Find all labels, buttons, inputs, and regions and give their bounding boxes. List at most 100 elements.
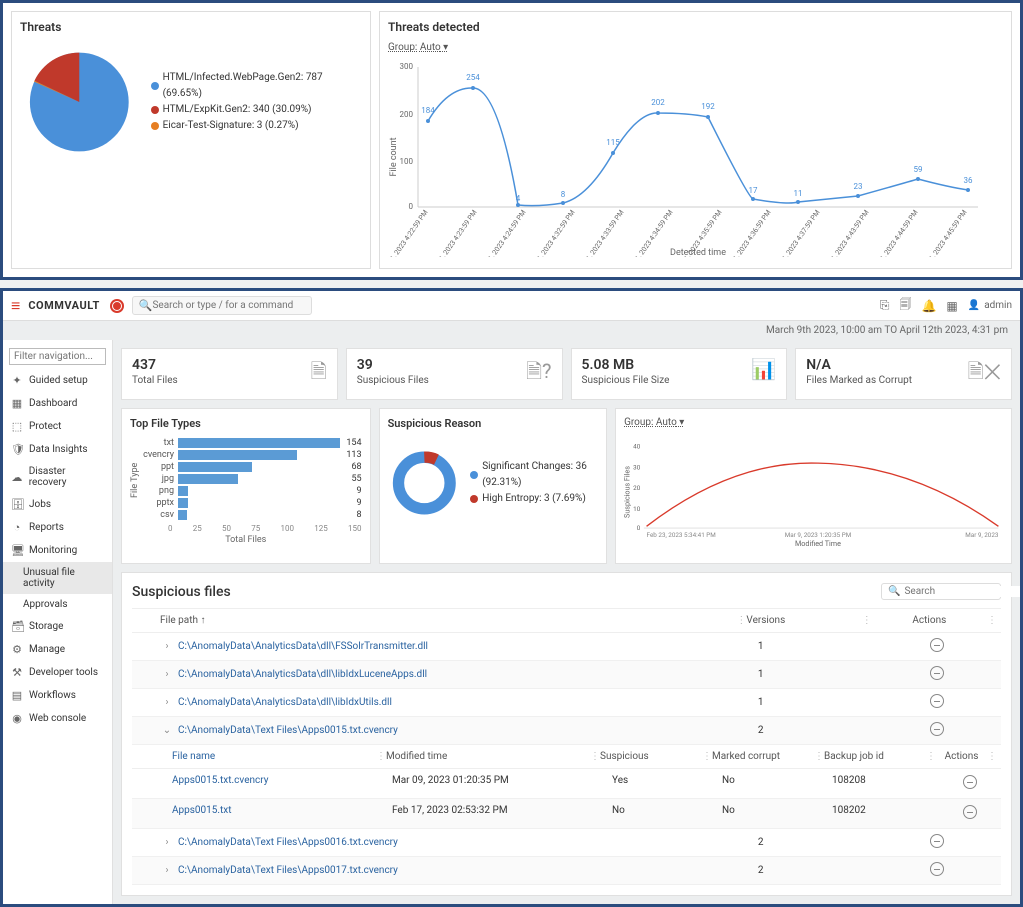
col-header-actions: Actions <box>872 615 987 626</box>
bar[interactable] <box>178 438 340 448</box>
file-path-link[interactable]: C:\AnomalyData\AnalyticsData\dll\FSSolrT… <box>178 641 428 652</box>
nav-item-disaster-recovery[interactable]: ☁Disaster recovery <box>3 461 112 493</box>
suspicious-reason-panel: Suspicious Reason Significant Changes: 3… <box>379 408 608 564</box>
table-row: ⌄ C:\AnomalyData\Text Files\Apps0015.txt.… <box>132 717 1001 745</box>
col-menu-icon[interactable]: ⋮ <box>736 615 746 626</box>
bar[interactable] <box>178 498 188 508</box>
stat-card: 39Suspicious Files🗎? <box>346 348 563 400</box>
action-button[interactable] <box>963 775 977 789</box>
nav-icon: ✦ <box>11 374 23 387</box>
action-button[interactable] <box>963 805 977 819</box>
nav-item-data-insights[interactable]: 🛡Data Insights <box>3 438 112 461</box>
svg-text:0: 0 <box>637 524 641 532</box>
top-file-types-panel: Top File Types File Type txt154cvencry11… <box>121 408 371 564</box>
bar[interactable] <box>178 486 188 496</box>
nav-item-web-console[interactable]: ◉Web console <box>3 707 112 730</box>
nav-item-monitoring[interactable]: 🖥Monitoring <box>3 539 112 562</box>
nav-item-manage[interactable]: ⚙Manage <box>3 638 112 661</box>
svg-text:11: 11 <box>794 189 803 198</box>
nav-item-dashboard[interactable]: ▦Dashboard <box>3 392 112 415</box>
bar[interactable] <box>178 510 187 520</box>
file-path-link[interactable]: C:\AnomalyData\AnalyticsData\dll\libIdxL… <box>178 669 427 680</box>
svg-text:May 11, 2023 4:37:59 PM: May 11, 2023 4:37:59 PM <box>770 209 822 257</box>
table-sub-row: Apps0015.txt.cvencryMar 09, 2023 01:20:3… <box>132 769 1001 799</box>
stat-card: 437Total Files🗎 <box>121 348 338 400</box>
grid-icon[interactable]: ▦ <box>946 299 957 313</box>
svg-text:May 11, 2023 4:23:59 PM: May 11, 2023 4:23:59 PM <box>427 209 479 257</box>
nav-item-developer-tools[interactable]: ⚒Developer tools <box>3 661 112 684</box>
svg-text:Modified Time: Modified Time <box>795 539 841 548</box>
expand-icon[interactable]: › <box>160 641 174 652</box>
user-icon: 👤 <box>968 300 980 311</box>
bar[interactable] <box>178 450 297 460</box>
hamburger-icon[interactable]: ≡ <box>11 296 20 316</box>
svg-text:May 11, 2023 4:36:59 PM: May 11, 2023 4:36:59 PM <box>721 209 773 257</box>
file-path-link[interactable]: C:\AnomalyData\Text Files\Apps0015.txt.c… <box>178 725 398 736</box>
sidebar: ✦Guided setup▦Dashboard⬚Protect🛡Data Ins… <box>3 340 113 904</box>
svg-text:Suspicious Files: Suspicious Files <box>624 466 631 518</box>
topbar: ≡ COMMVAULT 🔍 ⎘ 🗐 🔔 ▦ 👤admin <box>3 291 1020 321</box>
file-path-link[interactable]: C:\AnomalyData\AnalyticsData\dll\libIdxU… <box>178 697 392 708</box>
svg-text:115: 115 <box>606 138 620 147</box>
expand-icon[interactable]: › <box>160 865 174 876</box>
expand-icon[interactable]: › <box>160 837 174 848</box>
nav-icon: 🗃 <box>11 620 23 633</box>
expand-icon[interactable]: › <box>160 697 174 708</box>
file-path-link[interactable]: C:\AnomalyData\Text Files\Apps0017.txt.c… <box>178 865 398 876</box>
table-row: › C:\AnomalyData\Text Files\Apps0016.txt.… <box>132 829 1001 857</box>
user-menu[interactable]: 👤admin <box>968 300 1012 311</box>
expand-icon[interactable]: › <box>160 669 174 680</box>
nav-item-guided-setup[interactable]: ✦Guided setup <box>3 369 112 392</box>
svg-text:40: 40 <box>633 443 641 451</box>
svg-text:Mar 9, 2023: Mar 9, 2023 <box>965 531 999 539</box>
nav-item-workflows[interactable]: ▤Workflows <box>3 684 112 707</box>
action-button[interactable] <box>930 666 944 680</box>
file-path-link[interactable]: C:\AnomalyData\Text Files\Apps0016.txt.c… <box>178 837 398 848</box>
nav-item-jobs[interactable]: 🗄Jobs <box>3 493 112 516</box>
action-button[interactable] <box>930 638 944 652</box>
suspicious-reason-donut <box>388 438 461 528</box>
suspicious-trend-chart: Suspicious Files 40 30 20 10 0 Feb 23, 2… <box>624 432 1003 552</box>
bar[interactable] <box>178 462 252 472</box>
col-menu-icon[interactable]: ⋮ <box>987 615 997 626</box>
trend-group-dropdown[interactable]: Auto ▾ <box>656 417 684 428</box>
threats-detected-line-chart: File count 300 200 100 0 184 254 4 8 115… <box>388 57 988 257</box>
file-name-link[interactable]: Apps0015.txt <box>172 805 392 822</box>
svg-text:May 11, 2023 4:32:59 PM: May 11, 2023 4:32:59 PM <box>525 209 577 257</box>
nav-item-protect[interactable]: ⬚Protect <box>3 415 112 438</box>
command-search[interactable]: 🔍 <box>132 296 312 315</box>
svg-text:Detected time: Detected time <box>670 248 726 257</box>
nav-item-reports[interactable]: ◔Reports <box>3 516 112 539</box>
nav-item-approvals[interactable]: Approvals <box>3 594 112 615</box>
export-icon[interactable]: ⎘ <box>880 298 890 313</box>
group-dropdown[interactable]: Auto ▾ <box>420 42 448 53</box>
table-search[interactable]: 🔍 <box>881 583 1001 600</box>
col-menu-icon[interactable]: ⋮ <box>862 615 872 626</box>
action-button[interactable] <box>930 862 944 876</box>
nav-item-unusual-file-activity[interactable]: Unusual file activity <box>3 562 112 594</box>
bar[interactable] <box>178 474 238 484</box>
command-search-input[interactable] <box>152 300 304 311</box>
svg-text:File count: File count <box>389 137 399 176</box>
svg-text:23: 23 <box>854 182 863 191</box>
collapse-icon[interactable]: ⌄ <box>160 725 174 736</box>
action-button[interactable] <box>930 834 944 848</box>
nav-item-storage[interactable]: 🗃Storage <box>3 615 112 638</box>
col-header-versions[interactable]: Versions <box>746 615 861 626</box>
suspicious-files-table: Suspicious files 🔍 File path ↑ ⋮ Version… <box>121 572 1012 896</box>
file-name-link[interactable]: Apps0015.txt.cvencry <box>172 775 392 792</box>
action-button[interactable] <box>930 722 944 736</box>
action-button[interactable] <box>930 694 944 708</box>
clipboard-icon[interactable]: 🗐 <box>899 295 911 316</box>
svg-text:202: 202 <box>651 98 665 107</box>
col-header-path[interactable]: File path ↑ <box>136 615 736 626</box>
bell-icon[interactable]: 🔔 <box>921 299 936 313</box>
table-row: › C:\AnomalyData\AnalyticsData\dll\FSSolr… <box>132 633 1001 661</box>
svg-text:May 11, 2023 4:44:59 PM: May 11, 2023 4:44:59 PM <box>868 209 920 257</box>
nav-icon: 🖥 <box>11 544 23 557</box>
svg-text:May 11, 2023 4:22:59 PM: May 11, 2023 4:22:59 PM <box>388 209 430 257</box>
svg-text:8: 8 <box>561 190 566 199</box>
svg-text:36: 36 <box>964 176 973 185</box>
nav-icon: ◔ <box>11 521 23 534</box>
nav-filter-input[interactable] <box>9 348 106 365</box>
